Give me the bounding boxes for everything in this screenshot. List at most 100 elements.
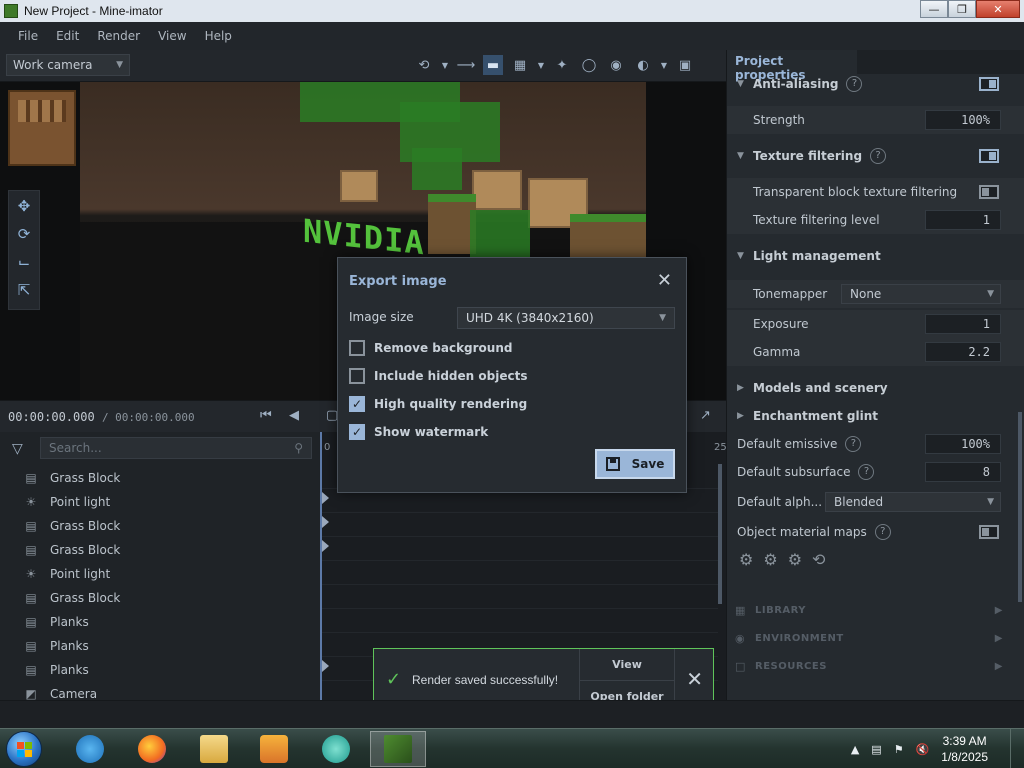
collapse-triangle-icon[interactable]: ▼ <box>737 79 744 89</box>
render-pin-icon[interactable]: ✦ <box>552 55 572 75</box>
close-icon[interactable]: ✕ <box>686 667 703 691</box>
include-hidden-checkbox[interactable] <box>349 368 365 384</box>
step-back-icon[interactable]: ◀ <box>289 408 299 423</box>
tree-item-grass-block[interactable]: ▤ Grass Block <box>0 586 320 610</box>
gear-icon[interactable]: ⚙ <box>788 550 802 569</box>
strength-input[interactable]: 100% <box>925 110 1001 130</box>
timeline-scrollbar[interactable] <box>718 464 722 604</box>
default-alpha-select[interactable]: Blended ▼ <box>825 492 1001 512</box>
tree-item-point-light[interactable]: ☀ Point light <box>0 490 320 514</box>
taskbar-firefox[interactable] <box>124 731 180 767</box>
show-watermark-option[interactable]: ✓ Show watermark <box>349 424 488 440</box>
menu-help[interactable]: Help <box>205 29 232 43</box>
tree-item-planks[interactable]: ▤ Planks <box>0 658 320 682</box>
transparent-filtering-toggle[interactable] <box>979 185 999 199</box>
jump-start-icon[interactable]: ⏮ <box>260 408 272 423</box>
environment-section[interactable]: ◉ ENVIRONMENT ▶ <box>727 624 1024 652</box>
bend-icon[interactable]: ⌙ <box>14 253 34 271</box>
expand-triangle-icon[interactable]: ▶ <box>737 411 744 421</box>
image-size-select[interactable]: UHD 4K (3840x2160) ▼ <box>457 307 675 329</box>
anti-aliasing-toggle[interactable] <box>979 77 999 91</box>
tree-item-planks[interactable]: ▤ Planks <box>0 610 320 634</box>
expand-timeline-icon[interactable]: ↗ <box>700 408 711 423</box>
system-clock[interactable]: 3:39 AM 1/8/2025 <box>941 733 988 765</box>
keyframe[interactable] <box>322 516 329 528</box>
chevron-down-icon[interactable]: ▼ <box>660 55 668 75</box>
axis-icon[interactable]: ⟶ <box>456 55 476 75</box>
enchantment-glint-row[interactable]: ▶ Enchantment glint <box>727 402 1024 430</box>
view-button[interactable]: View <box>580 649 674 680</box>
camera-select[interactable]: Work camera ▼ <box>6 54 130 76</box>
shading-texture-icon[interactable]: ◉ <box>606 55 626 75</box>
tree-item-grass-block[interactable]: ▤ Grass Block <box>0 514 320 538</box>
help-icon[interactable]: ? <box>845 436 862 452</box>
library-section[interactable]: ▦ LIBRARY ▶ <box>727 596 1024 624</box>
include-hidden-option[interactable]: Include hidden objects <box>349 368 527 384</box>
chevron-down-icon[interactable]: ▼ <box>441 55 449 75</box>
collapse-triangle-icon[interactable]: ▼ <box>737 151 744 161</box>
collapse-triangle-icon[interactable]: ▼ <box>737 251 744 261</box>
snap-icon[interactable]: ⟲ <box>414 55 434 75</box>
texture-filtering-toggle[interactable] <box>979 149 999 163</box>
shading-circle-icon[interactable]: ◯ <box>579 55 599 75</box>
save-button[interactable]: Save <box>595 449 675 479</box>
show-watermark-checkbox[interactable]: ✓ <box>349 424 365 440</box>
taskbar-internet-explorer[interactable] <box>62 731 118 767</box>
menu-edit[interactable]: Edit <box>56 29 79 43</box>
show-desktop-button[interactable] <box>1010 729 1024 768</box>
chevron-down-icon[interactable]: ▼ <box>537 55 545 75</box>
scale-icon[interactable]: ⇱ <box>14 281 34 299</box>
remove-background-option[interactable]: Remove background <box>349 340 512 356</box>
gear-icon[interactable]: ⚙ <box>739 550 753 569</box>
timeline-search-input[interactable]: Search... ⚲ <box>40 437 312 459</box>
minimize-button[interactable]: — <box>920 0 948 18</box>
high-quality-checkbox[interactable]: ✓ <box>349 396 365 412</box>
menu-file[interactable]: File <box>18 29 38 43</box>
rotate-icon[interactable]: ⟳ <box>14 225 34 243</box>
exposure-input[interactable]: 1 <box>925 314 1001 334</box>
high-quality-option[interactable]: ✓ High quality rendering <box>349 396 527 412</box>
maximize-button[interactable]: ❐ <box>948 0 976 18</box>
tray-expand-icon[interactable]: ▲ <box>851 743 859 756</box>
remove-background-checkbox[interactable] <box>349 340 365 356</box>
taskbar-file-explorer[interactable] <box>186 731 242 767</box>
popout-viewport-icon[interactable]: ▣ <box>675 55 695 75</box>
aspect-ratio-icon[interactable]: ▬ <box>483 55 503 75</box>
tonemapper-select[interactable]: None ▼ <box>841 284 1001 304</box>
help-icon[interactable]: ? <box>874 524 891 540</box>
keyframe[interactable] <box>322 492 329 504</box>
models-scenery-row[interactable]: ▶ Models and scenery <box>727 374 1024 402</box>
tree-item-point-light[interactable]: ☀ Point light <box>0 562 320 586</box>
tree-item-grass-block[interactable]: ▤ Grass Block <box>0 466 320 490</box>
tree-item-grass-block[interactable]: ▤ Grass Block <box>0 538 320 562</box>
help-icon[interactable]: ? <box>846 76 863 92</box>
tree-item-planks[interactable]: ▤ Planks <box>0 634 320 658</box>
resources-section[interactable]: □ RESOURCES ▶ <box>727 652 1024 680</box>
help-icon[interactable]: ? <box>858 464 875 480</box>
network-icon[interactable]: ▤ <box>871 743 881 756</box>
gear-icon[interactable]: ⚙ <box>763 550 777 569</box>
expand-triangle-icon[interactable]: ▶ <box>737 383 744 393</box>
reset-icon[interactable]: ⟲ <box>812 550 825 569</box>
menu-render[interactable]: Render <box>97 29 140 43</box>
shading-render-icon[interactable]: ◐ <box>633 55 653 75</box>
taskbar-chat-app[interactable] <box>308 731 364 767</box>
taskbar-media-player[interactable] <box>246 731 302 767</box>
default-subsurface-input[interactable]: 8 <box>925 462 1001 482</box>
close-icon[interactable]: ✕ <box>657 270 672 291</box>
volume-muted-icon[interactable]: 🔇 <box>916 743 930 756</box>
keyframe[interactable] <box>322 660 329 672</box>
move-icon[interactable]: ✥ <box>14 197 34 215</box>
start-button[interactable] <box>6 731 42 767</box>
keyframe[interactable] <box>322 540 329 552</box>
close-window-button[interactable]: ✕ <box>976 0 1020 18</box>
menu-view[interactable]: View <box>158 29 186 43</box>
action-center-flag-icon[interactable]: ⚑ <box>894 743 904 756</box>
help-icon[interactable]: ? <box>870 148 887 164</box>
gamma-input[interactable]: 2.2 <box>925 342 1001 362</box>
taskbar-mine-imator[interactable] <box>370 731 426 767</box>
default-emissive-input[interactable]: 100% <box>925 434 1001 454</box>
filter-icon[interactable]: ▽ <box>12 441 23 457</box>
properties-scrollbar[interactable] <box>1018 412 1022 602</box>
object-material-maps-toggle[interactable] <box>979 525 999 539</box>
